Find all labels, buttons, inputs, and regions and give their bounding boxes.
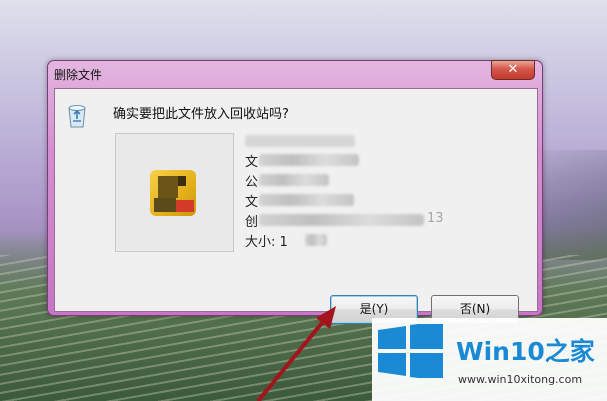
windows-logo-icon — [378, 324, 443, 378]
brand-title: Win10之家 — [456, 337, 595, 366]
watermark-logo: Win10之家 www.win10xitong.com — [372, 318, 607, 401]
brand-url: www.win10xitong.com — [458, 373, 583, 386]
